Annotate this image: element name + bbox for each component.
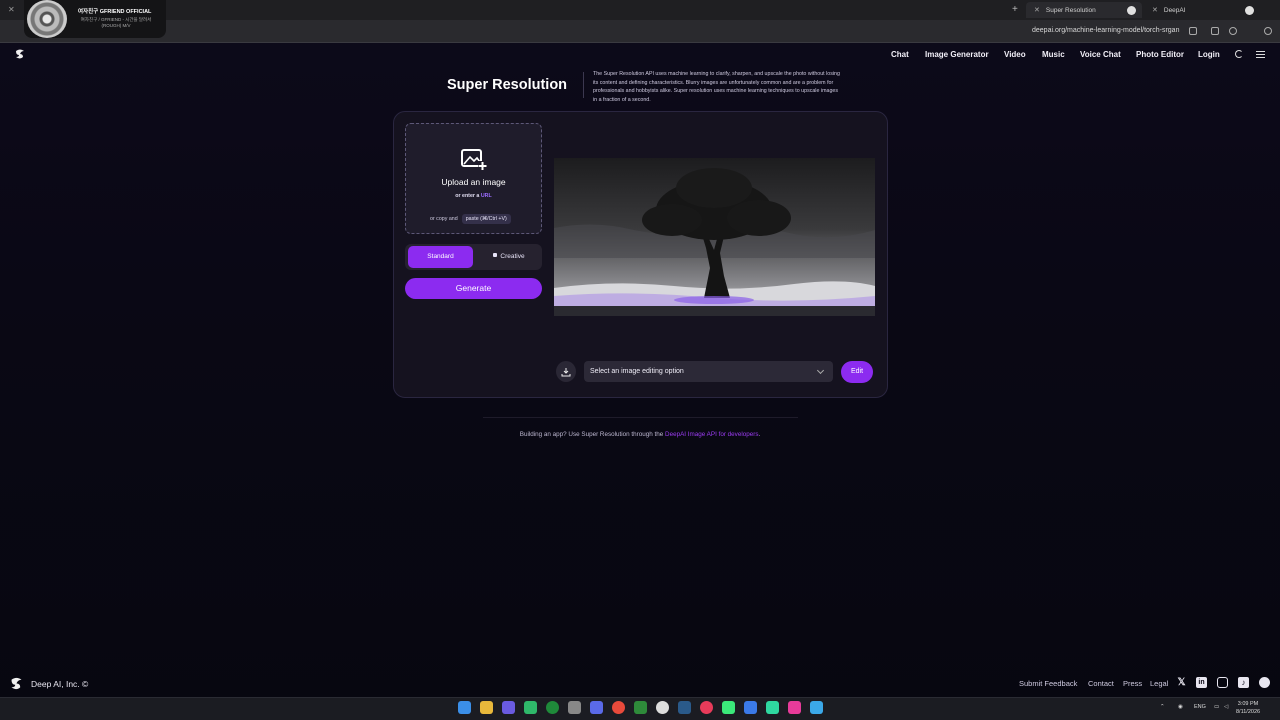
hamburger-menu-icon[interactable] <box>1256 51 1265 58</box>
split-view-icon[interactable] <box>1211 27 1219 35</box>
api-note-suffix: . <box>758 431 761 438</box>
media-title: 여자친구 GFRIEND OFFICIAL <box>78 9 152 15</box>
generate-button[interactable]: Generate <box>405 278 542 299</box>
favicon-icon <box>1127 5 1136 15</box>
new-tab-icon[interactable]: + <box>1012 4 1018 15</box>
clock-date: 8/11/2026 <box>1236 709 1261 715</box>
result-image <box>554 158 875 316</box>
add-image-icon <box>461 149 487 171</box>
deepai-logo-icon[interactable] <box>9 676 24 691</box>
app-icon[interactable] <box>722 701 735 714</box>
nav-chat[interactable]: Chat <box>891 50 909 59</box>
chrome-icon[interactable] <box>612 701 625 714</box>
nav-video[interactable]: Video <box>1004 50 1026 59</box>
site-settings-icon[interactable] <box>1189 27 1197 35</box>
paste-shortcut-badge: paste (⌘/Ctrl +V) <box>461 214 511 224</box>
location-icon[interactable]: ◉ <box>1178 704 1183 710</box>
tray-chevron-icon[interactable]: ⌃ <box>1160 704 1165 710</box>
paste-hint-line: or copy and paste (⌘/Ctrl +V) <box>430 214 511 224</box>
mode-creative-button[interactable]: Creative <box>478 246 540 268</box>
close-tab-icon[interactable]: ✕ <box>1152 6 1158 14</box>
tab-label: Super Resolution <box>1045 6 1096 14</box>
app-icon[interactable] <box>744 701 757 714</box>
api-note: Building an app? Use Super Resolution th… <box>390 431 890 438</box>
download-button[interactable] <box>556 361 576 382</box>
api-docs-link[interactable]: DeepAI Image API for developers <box>665 431 758 438</box>
api-note-prefix: Building an app? Use Super Resolution th… <box>519 431 664 438</box>
nav-login[interactable]: Login <box>1198 50 1220 59</box>
media-subtitle: 여자친구 / GFRIEND - 시간을 달려서 (ROUGH) M/V <box>80 17 152 28</box>
media-overlay[interactable]: 여자친구 GFRIEND OFFICIAL 여자친구 / GFRIEND - 시… <box>24 0 166 38</box>
section-divider <box>483 417 798 418</box>
system-clock[interactable]: 3:09 PM 8/11/2026 <box>1236 700 1260 716</box>
enter-url-line: or enter a URL <box>405 193 542 199</box>
app-icon[interactable] <box>810 701 823 714</box>
instagram-icon[interactable] <box>1217 677 1228 688</box>
close-tab-icon[interactable]: ✕ <box>1034 6 1040 14</box>
x-icon[interactable]: 𝕏 <box>1176 677 1187 688</box>
page-description: The Super Resolution API uses machine le… <box>593 71 840 103</box>
mode-creative-label: Creative <box>500 253 525 260</box>
app-icon[interactable] <box>788 701 801 714</box>
contact-link[interactable]: Contact <box>1088 679 1114 688</box>
extensions-icon[interactable] <box>1264 27 1272 35</box>
edit-button[interactable]: Edit <box>841 361 873 383</box>
app-icon[interactable] <box>656 701 669 714</box>
enter-url-text: or enter a <box>455 193 480 199</box>
settings-icon[interactable] <box>568 701 581 714</box>
pinterest-icon[interactable] <box>700 701 713 714</box>
reload-icon[interactable] <box>1229 27 1237 35</box>
submit-feedback-link[interactable]: Submit Feedback <box>1019 679 1077 688</box>
album-art <box>27 0 67 38</box>
clock-time: 3:09 PM <box>1237 701 1259 707</box>
favicon-icon <box>1245 5 1254 15</box>
deepai-logo-icon[interactable] <box>14 48 26 60</box>
language-indicator[interactable]: ENG <box>1194 704 1206 710</box>
legal-link[interactable]: Legal <box>1150 679 1168 688</box>
file-explorer-icon[interactable] <box>480 701 493 714</box>
footer-copyright: Deep AI, Inc. © <box>31 679 89 689</box>
excel-icon[interactable] <box>634 701 647 714</box>
xbox-icon[interactable] <box>546 701 559 714</box>
nav-photo-editor[interactable]: Photo Editor <box>1136 50 1184 59</box>
tab-super-resolution[interactable]: ✕ Super Resolution <box>1026 2 1142 18</box>
page-title: Super Resolution <box>447 77 568 93</box>
app-icon[interactable] <box>502 701 515 714</box>
volume-icon[interactable]: ◁ <box>1224 704 1228 710</box>
upload-title: Upload an image <box>441 177 506 187</box>
steam-icon[interactable] <box>678 701 691 714</box>
reddit-icon[interactable] <box>1259 677 1270 688</box>
linkedin-icon[interactable]: in <box>1196 677 1207 688</box>
nav-image-generator[interactable]: Image Generator <box>925 50 989 59</box>
tiktok-icon[interactable]: ♪ <box>1238 677 1249 688</box>
image-edit-option-select[interactable]: Select an image editing option <box>584 361 833 382</box>
close-window-icon[interactable]: ✕ <box>8 5 15 14</box>
nav-music[interactable]: Music <box>1042 50 1065 59</box>
wifi-icon[interactable]: ▭ <box>1214 704 1219 710</box>
lock-icon <box>493 253 498 257</box>
press-link[interactable]: Press <box>1123 679 1142 688</box>
app-icon[interactable] <box>524 701 537 714</box>
start-icon[interactable] <box>458 701 471 714</box>
nav-voice-chat[interactable]: Voice Chat <box>1080 50 1121 59</box>
title-divider <box>583 72 584 98</box>
copy-text: or copy and <box>430 216 458 222</box>
tab-deepai[interactable]: ✕ DeepAI <box>1144 2 1260 18</box>
address-bar[interactable]: deepai.org/machine-learning-model/torch-… <box>1032 27 1179 34</box>
mode-standard-button[interactable]: Standard <box>408 246 473 268</box>
download-icon <box>561 367 571 376</box>
enter-url-link[interactable]: URL <box>481 193 492 199</box>
app-icon[interactable] <box>766 701 779 714</box>
app-icon[interactable] <box>590 701 603 714</box>
dark-mode-icon[interactable] <box>1235 50 1243 58</box>
tab-label: DeepAI <box>1163 6 1186 14</box>
